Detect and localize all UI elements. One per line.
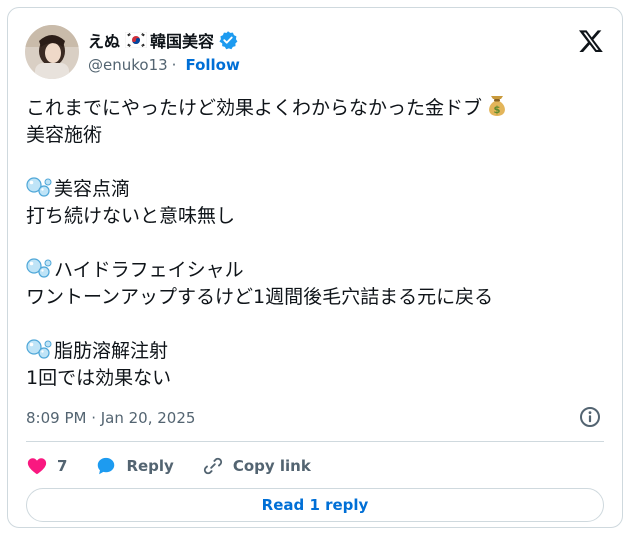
tweet-line: これまでにやったけど効果よくわからなかった金ドブ $ (26, 93, 616, 122)
tweet-line-text: ハイドラフェイシャル (54, 259, 244, 281)
tweet-card: えぬ 韓国美容 @enuko13 · Follow これまでにやったけど効果よく… (7, 7, 623, 528)
tweet-line: 脂肪溶解注射 (26, 338, 616, 365)
reply-bubble-icon (98, 457, 115, 475)
display-name-row[interactable]: えぬ 韓国美容 (88, 29, 238, 51)
info-icon[interactable] (578, 405, 602, 429)
tweet-line: ハイドラフェイシャル (26, 257, 616, 284)
action-bar: 7 Reply Copy link (26, 452, 339, 480)
display-name[interactable]: えぬ (88, 28, 120, 52)
bubbles-icon (26, 176, 52, 198)
svg-text:$: $ (494, 105, 501, 116)
bubbles-icon (26, 257, 52, 279)
divider (26, 441, 604, 442)
tweet-line: 美容施術 (26, 124, 103, 146)
copy-link-button[interactable]: Copy link (202, 455, 311, 477)
bubbles-icon (26, 338, 52, 360)
like-button[interactable]: 7 (26, 455, 67, 477)
tweet-line: ワントーンアップするけど1週間後毛穴詰まる元に戻る (26, 286, 494, 308)
x-logo-icon[interactable] (578, 28, 604, 54)
tweet-line-text: 美容点滴 (54, 178, 131, 200)
tweet-text: これまでにやったけど効果よくわからなかった金ドブ $ 美容施術 美容点滴 打ち続け… (26, 93, 616, 392)
user-handle[interactable]: @enuko13 (88, 56, 168, 74)
copy-link-label: Copy link (232, 457, 311, 475)
handle-row: @enuko13 · Follow (88, 56, 240, 74)
tweet-line: 打ち続けないと意味無し (26, 205, 236, 227)
like-count: 7 (57, 457, 68, 475)
link-icon (203, 457, 222, 475)
tweet-line-text: 脂肪溶解注射 (54, 340, 169, 362)
separator-dot: · (171, 56, 177, 74)
display-name-suffix[interactable]: 韓国美容 (150, 28, 214, 52)
heart-icon (27, 458, 47, 475)
reply-label: Reply (126, 457, 174, 475)
money-bag-icon: $ (484, 93, 510, 119)
read-replies-button[interactable]: Read 1 reply (26, 488, 604, 522)
korea-flag-icon (124, 31, 148, 49)
tweet-line: 1回では効果ない (26, 367, 172, 389)
tweet-line-text: これまでにやったけど効果よくわからなかった金ドブ (26, 97, 483, 119)
verified-badge-icon (218, 30, 238, 50)
tweet-line: 美容点滴 (26, 176, 616, 203)
follow-button[interactable]: Follow (185, 56, 239, 74)
reply-button[interactable]: Reply (95, 455, 174, 477)
timestamp[interactable]: 8:09 PM · Jan 20, 2025 (26, 409, 195, 427)
avatar[interactable] (25, 25, 79, 79)
